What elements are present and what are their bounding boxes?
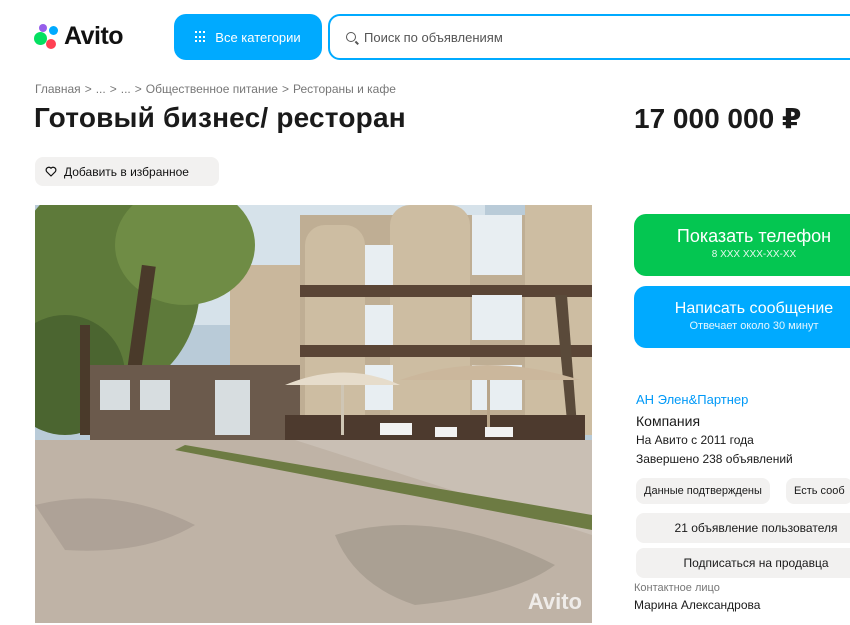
breadcrumb-separator: > — [109, 82, 117, 96]
heart-icon — [45, 166, 57, 177]
contact-person-name: Марина Александрова — [634, 598, 761, 612]
avito-logo[interactable]: Avito — [34, 22, 124, 51]
logo-text: Avito — [64, 22, 124, 50]
avito-logo-icon — [34, 23, 60, 50]
all-categories-label: Все категории — [215, 29, 301, 45]
seller-name-link[interactable]: АН Элен&Партнер — [636, 392, 748, 407]
verified-badge[interactable]: Данные подтверждены — [636, 478, 770, 504]
seller-type: Компания — [636, 413, 701, 429]
breadcrumb-collapsed[interactable]: ... — [121, 82, 131, 96]
breadcrumb-catering[interactable]: Общественное питание — [146, 82, 278, 96]
search-icon — [346, 32, 356, 42]
listing-title: Готовый бизнес/ ресторан — [34, 102, 406, 133]
subscribe-seller-button[interactable]: Подписаться на продавца — [636, 548, 850, 578]
show-phone-button[interactable]: Показать телефон 8 XXX XXX-XX-XX — [634, 214, 850, 276]
search-input[interactable]: Поиск по объявлениям — [328, 14, 850, 60]
add-to-favorites-button[interactable]: Добавить в избранное — [35, 157, 219, 186]
breadcrumb-separator: > — [134, 82, 142, 96]
photo-watermark: Avito — [527, 589, 582, 614]
breadcrumb: Главная > ... > ... > Общественное питан… — [35, 82, 396, 96]
listing-price: 17 000 000 ₽ — [634, 103, 802, 134]
all-categories-button[interactable]: Все категории — [174, 14, 322, 60]
response-time: Отвечает около 30 минут — [689, 320, 819, 332]
breadcrumb-restaurants[interactable]: Рестораны и кафе — [293, 82, 396, 96]
write-message-label: Написать сообщение — [674, 300, 834, 317]
phone-mask: 8 XXX XXX-XX-XX — [711, 249, 797, 260]
show-phone-label: Показать телефон — [676, 226, 832, 246]
add-to-favorites-label: Добавить в избранное — [64, 164, 189, 179]
breadcrumb-separator: > — [281, 82, 289, 96]
breadcrumb-collapsed[interactable]: ... — [96, 82, 106, 96]
seller-completed-count: Завершено 238 объявлений — [636, 452, 793, 466]
breadcrumb-separator: > — [84, 82, 92, 96]
breadcrumb-home[interactable]: Главная — [35, 82, 81, 96]
extra-badge[interactable]: Есть сооб — [786, 478, 850, 504]
grid-icon — [195, 31, 207, 43]
seller-since: На Авито с 2011 года — [636, 433, 754, 447]
restaurant-building-image — [35, 205, 592, 623]
seller-listings-button[interactable]: 21 объявление пользователя — [636, 513, 850, 543]
contact-person-label: Контактное лицо — [634, 582, 720, 594]
listing-photo[interactable]: Avito — [35, 205, 592, 623]
search-placeholder: Поиск по объявлениям — [364, 29, 503, 45]
write-message-button[interactable]: Написать сообщение Отвечает около 30 мин… — [634, 286, 850, 348]
